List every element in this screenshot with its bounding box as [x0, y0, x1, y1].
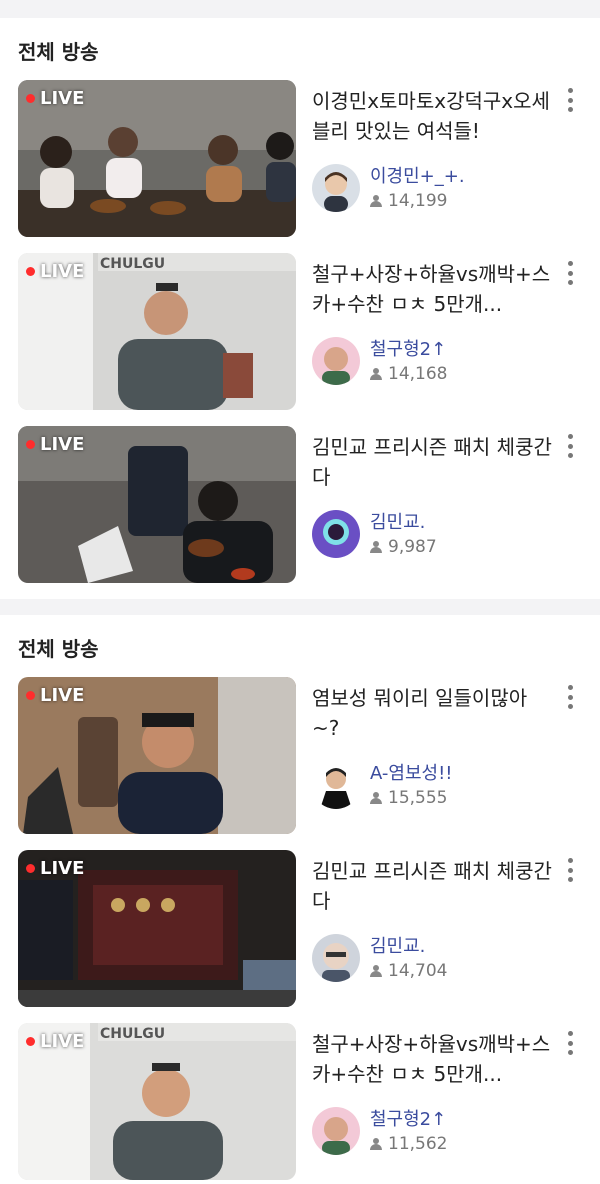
- section-divider: [0, 599, 600, 615]
- broadcast-card[interactable]: LIVE 김민교 프리시즌 패치 체쿵간다 김민교. 9,987: [0, 426, 600, 599]
- broadcast-title[interactable]: 철구+사장+하율vs깨박+스카+수찬 ㅁㅊ 5만개...: [312, 1029, 552, 1089]
- viewer-count: 11,562: [370, 1134, 447, 1154]
- person-icon: [370, 368, 383, 380]
- broadcast-title[interactable]: 염보성 뭐이리 일들이많아~?: [312, 683, 552, 743]
- thumbnail[interactable]: LIVE: [18, 677, 296, 834]
- viewer-count-value: 14,168: [388, 364, 448, 384]
- streamer-name[interactable]: A-염보성!!: [370, 759, 453, 785]
- section-title: 전체 방송: [18, 40, 99, 64]
- broadcast-section: 전체 방송 LIVE 염보성 뭐이리 일들이많아~? A-염보성!! 15,55…: [0, 615, 600, 1184]
- broadcast-title[interactable]: 철구+사장+하율vs깨박+스카+수찬 ㅁㅊ 5만개...: [312, 259, 552, 319]
- avatar[interactable]: [312, 1107, 360, 1155]
- broadcast-section: 전체 방송 LIVE 이경민x토마토x강덕구x오세블리 맛있는 여석들! 이경민…: [0, 18, 600, 599]
- top-bar: [0, 0, 600, 18]
- section-title: 전체 방송: [18, 637, 99, 661]
- more-vertical-icon[interactable]: [560, 86, 580, 114]
- thumbnail[interactable]: LIVE: [18, 850, 296, 1007]
- more-vertical-icon[interactable]: [560, 259, 580, 287]
- more-vertical-icon[interactable]: [560, 432, 580, 460]
- person-icon: [370, 195, 383, 207]
- live-dot-icon: [26, 691, 35, 700]
- thumbnail[interactable]: LIVE: [18, 426, 296, 583]
- thumbnail[interactable]: CHULGU LIVE: [18, 253, 296, 410]
- person-icon: [370, 792, 383, 804]
- thumbnail[interactable]: LIVE: [18, 80, 296, 237]
- broadcast-card[interactable]: CHULGU LIVE 철구+사장+하율vs깨박+스카+수찬 ㅁㅊ 5만개...…: [0, 253, 600, 426]
- live-badge: LIVE: [26, 261, 84, 282]
- live-label: LIVE: [40, 88, 85, 109]
- viewer-count-value: 11,562: [388, 1134, 448, 1154]
- viewer-count: 14,199: [370, 191, 447, 211]
- svg-text:CHULGU: CHULGU: [100, 256, 165, 272]
- streamer-name[interactable]: 철구형2↑: [370, 335, 446, 361]
- viewer-count-value: 9,987: [388, 537, 437, 557]
- more-vertical-icon[interactable]: [560, 683, 580, 711]
- more-vertical-icon[interactable]: [560, 1029, 580, 1057]
- broadcast-title[interactable]: 이경민x토마토x강덕구x오세블리 맛있는 여석들!: [312, 86, 552, 146]
- live-badge: LIVE: [26, 1031, 84, 1052]
- avatar[interactable]: [312, 337, 360, 385]
- broadcast-card[interactable]: LIVE 이경민x토마토x강덕구x오세블리 맛있는 여석들! 이경민+_+. 1…: [0, 80, 600, 253]
- live-label: LIVE: [40, 685, 85, 706]
- streamer-name[interactable]: 철구형2↑: [370, 1105, 446, 1131]
- svg-text:CHULGU: CHULGU: [100, 1026, 165, 1042]
- person-icon: [370, 1138, 383, 1150]
- live-dot-icon: [26, 1037, 35, 1046]
- viewer-count: 9,987: [370, 537, 437, 557]
- live-label: LIVE: [40, 858, 85, 879]
- live-dot-icon: [26, 267, 35, 276]
- person-icon: [370, 541, 383, 553]
- viewer-count-value: 14,199: [388, 191, 448, 211]
- avatar[interactable]: [312, 164, 360, 212]
- live-label: LIVE: [40, 434, 85, 455]
- avatar[interactable]: [312, 510, 360, 558]
- thumbnail[interactable]: CHULGU LIVE: [18, 1023, 296, 1180]
- viewer-count: 14,168: [370, 364, 447, 384]
- broadcast-card[interactable]: LIVE 김민교 프리시즌 패치 체쿵간다 김민교. 14,704: [0, 850, 600, 1023]
- avatar[interactable]: [312, 761, 360, 809]
- live-dot-icon: [26, 440, 35, 449]
- streamer-name[interactable]: 이경민+_+.: [370, 162, 465, 188]
- live-dot-icon: [26, 864, 35, 873]
- more-vertical-icon[interactable]: [560, 856, 580, 884]
- broadcast-card[interactable]: LIVE 염보성 뭐이리 일들이많아~? A-염보성!! 15,555: [0, 677, 600, 850]
- viewer-count-value: 15,555: [388, 788, 448, 808]
- live-badge: LIVE: [26, 88, 84, 109]
- live-dot-icon: [26, 94, 35, 103]
- live-label: LIVE: [40, 261, 85, 282]
- broadcast-card[interactable]: CHULGU LIVE 철구+사장+하율vs깨박+스카+수찬 ㅁㅊ 5만개...…: [0, 1023, 600, 1184]
- viewer-count-value: 14,704: [388, 961, 448, 981]
- avatar[interactable]: [312, 934, 360, 982]
- live-badge: LIVE: [26, 434, 84, 455]
- live-label: LIVE: [40, 1031, 85, 1052]
- live-badge: LIVE: [26, 858, 84, 879]
- streamer-name[interactable]: 김민교.: [370, 932, 425, 958]
- broadcast-title[interactable]: 김민교 프리시즌 패치 체쿵간다: [312, 432, 552, 492]
- live-badge: LIVE: [26, 685, 84, 706]
- person-icon: [370, 965, 383, 977]
- broadcast-title[interactable]: 김민교 프리시즌 패치 체쿵간다: [312, 856, 552, 916]
- streamer-name[interactable]: 김민교.: [370, 508, 425, 534]
- viewer-count: 14,704: [370, 961, 447, 981]
- viewer-count: 15,555: [370, 788, 447, 808]
